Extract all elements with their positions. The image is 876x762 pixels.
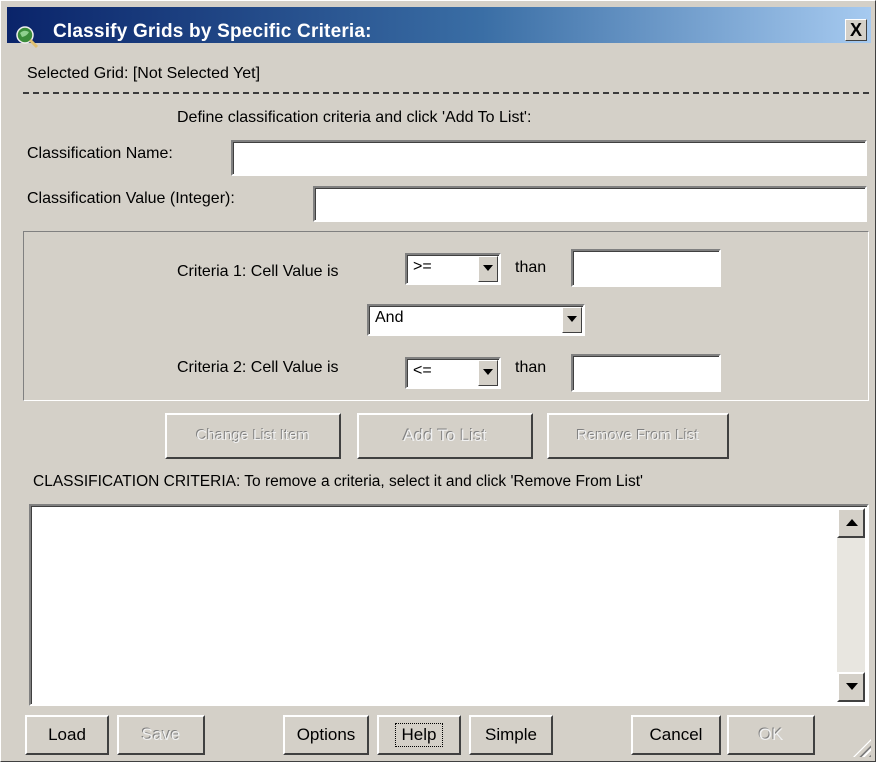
change-list-item-button[interactable]: Change List Item xyxy=(165,413,341,459)
criteria1-value-input[interactable] xyxy=(571,249,721,287)
criteria1-than-label: than xyxy=(515,259,547,276)
classification-name-label: Classification Name: xyxy=(27,145,173,162)
dialog-window: Classify Grids by Specific Criteria: X S… xyxy=(0,0,876,762)
instructions-text: Define classification criteria and click… xyxy=(177,109,532,126)
remove-from-list-label: Remove From List xyxy=(576,427,700,444)
remove-from-list-button[interactable]: Remove From List xyxy=(547,413,729,459)
list-header: CLASSIFICATION CRITERIA: To remove a cri… xyxy=(33,473,644,490)
criteria2-operator-select[interactable]: <= xyxy=(405,357,501,389)
criteria1-label: Criteria 1: Cell Value is xyxy=(177,263,339,280)
simple-label: Simple xyxy=(485,725,537,744)
close-icon[interactable]: X xyxy=(845,19,867,41)
criteria2-than-label: than xyxy=(515,359,547,376)
ok-button[interactable]: OK xyxy=(727,715,815,755)
criteria1-operator-select[interactable]: >= xyxy=(405,253,501,285)
cancel-label: Cancel xyxy=(649,725,703,744)
criteria2-label: Criteria 2: Cell Value is xyxy=(177,359,339,376)
chevron-down-icon[interactable] xyxy=(478,360,498,386)
add-to-list-label: Add To List xyxy=(403,426,487,445)
selected-grid-label: Selected Grid: [Not Selected Yet] xyxy=(27,65,261,82)
classification-value-input[interactable] xyxy=(313,186,867,222)
save-label: Save xyxy=(141,725,181,744)
globe-magnifier-icon xyxy=(16,26,39,49)
arrow-down-icon[interactable] xyxy=(837,672,865,702)
criteria-listbox[interactable] xyxy=(29,504,869,706)
help-label: Help xyxy=(394,723,444,747)
arrow-up-icon[interactable] xyxy=(837,508,865,538)
cancel-button[interactable]: Cancel xyxy=(631,715,721,755)
save-button[interactable]: Save xyxy=(117,715,205,755)
load-button[interactable]: Load xyxy=(25,715,109,755)
load-label: Load xyxy=(48,725,86,744)
classification-value-label: Classification Value (Integer): xyxy=(27,190,235,207)
help-button[interactable]: Help xyxy=(377,715,461,755)
listbox-scrollbar[interactable] xyxy=(837,508,865,702)
criteria1-operator-value: >= xyxy=(413,258,432,275)
window-title: Classify Grids by Specific Criteria: xyxy=(53,21,372,42)
classification-name-input[interactable] xyxy=(231,140,867,176)
options-button[interactable]: Options xyxy=(283,715,369,755)
criteria2-value-input[interactable] xyxy=(571,354,721,392)
criteria2-operator-value: <= xyxy=(413,362,432,379)
add-to-list-button[interactable]: Add To List xyxy=(357,413,533,459)
connector-value: And xyxy=(375,309,404,326)
ok-label: OK xyxy=(758,725,784,744)
change-list-item-label: Change List Item xyxy=(196,427,310,444)
options-label: Options xyxy=(296,725,356,744)
simple-button[interactable]: Simple xyxy=(469,715,553,755)
separator xyxy=(23,92,869,94)
resize-grip-icon[interactable] xyxy=(853,739,871,757)
chevron-down-icon[interactable] xyxy=(478,256,498,282)
connector-select[interactable]: And xyxy=(367,304,585,336)
chevron-down-icon[interactable] xyxy=(562,307,582,333)
